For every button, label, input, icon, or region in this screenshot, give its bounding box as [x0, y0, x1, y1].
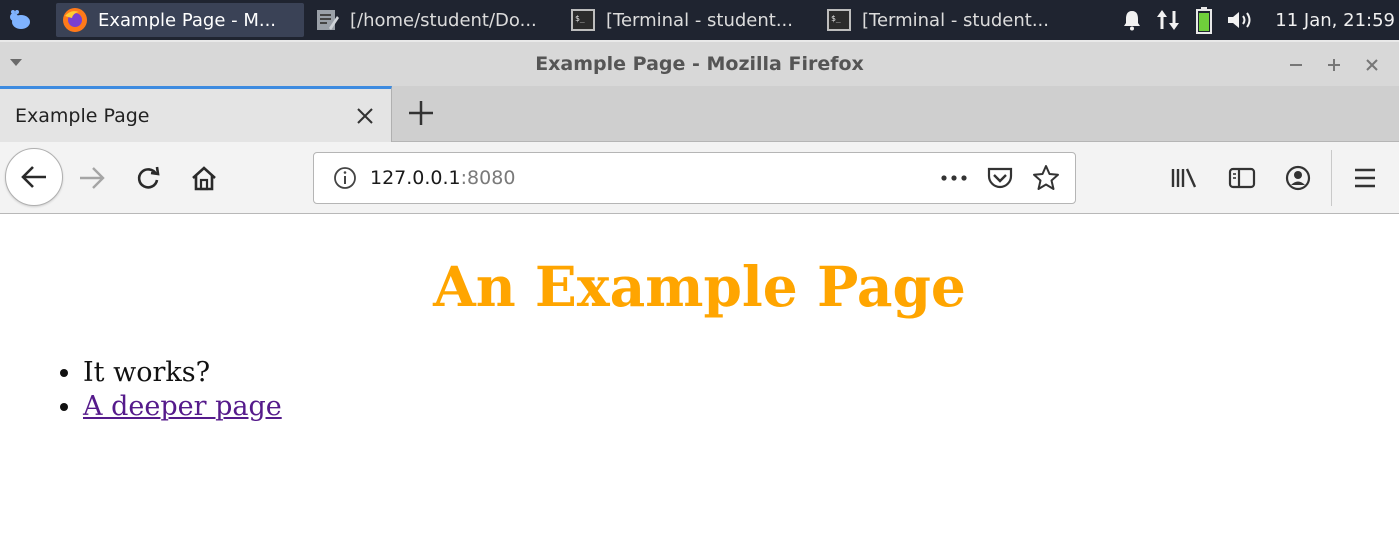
maximize-button[interactable] — [1315, 50, 1353, 80]
text-editor-icon — [314, 7, 340, 33]
account-button[interactable] — [1278, 158, 1318, 198]
url-text[interactable]: 127.0.0.1:8080 — [370, 167, 515, 189]
taskbar-item-terminal-1[interactable]: $_ [Terminal - student... — [564, 3, 818, 37]
page-list: It works? A deeper page — [83, 356, 282, 424]
chevron-down-icon — [10, 59, 22, 66]
window-controls — [1277, 50, 1391, 80]
hamburger-icon — [1355, 168, 1375, 188]
battery-icon[interactable] — [1189, 0, 1219, 40]
bookmark-button[interactable] — [1023, 158, 1069, 198]
window-menu-button[interactable] — [8, 54, 24, 73]
back-button[interactable] — [5, 148, 63, 206]
more-icon — [941, 175, 967, 181]
network-icon[interactable] — [1153, 0, 1183, 40]
sidebar-icon — [1228, 167, 1256, 189]
app-menu-button[interactable] — [0, 0, 40, 40]
close-icon — [1366, 59, 1378, 71]
taskbar-item-label: [/home/student/Do... — [350, 9, 537, 31]
page-heading: An Example Page — [433, 254, 966, 319]
desktop-panel: Example Page - M... [/home/student/Do...… — [0, 0, 1399, 40]
taskbar-item-label: Example Page - M... — [98, 9, 277, 31]
taskbar-item-firefox[interactable]: Example Page - M... — [56, 3, 304, 37]
firefox-icon — [62, 7, 88, 33]
library-icon — [1171, 168, 1197, 188]
list-item: It works? — [83, 356, 282, 390]
window-title: Example Page - Mozilla Firefox — [535, 53, 864, 75]
tab-strip: Example Page — [0, 86, 1399, 142]
page-actions-button[interactable] — [931, 158, 977, 198]
pocket-icon — [987, 167, 1013, 189]
sidebar-toggle-button[interactable] — [1222, 158, 1262, 198]
xfce-mouse-icon — [10, 10, 30, 29]
app-menu-button[interactable] — [1345, 158, 1385, 198]
minimize-icon — [1290, 64, 1302, 66]
window-titlebar[interactable]: Example Page - Mozilla Firefox — [0, 40, 1399, 86]
list-item-text: It works? — [83, 357, 211, 388]
close-window-button[interactable] — [1353, 50, 1391, 80]
reload-icon — [137, 166, 160, 189]
forward-button[interactable] — [72, 158, 112, 198]
taskbar-item-editor[interactable]: [/home/student/Do... — [308, 3, 562, 37]
arrow-left-icon — [21, 166, 46, 188]
minimize-button[interactable] — [1277, 50, 1315, 80]
maximize-icon — [1328, 59, 1340, 71]
terminal-icon: $_ — [826, 7, 852, 33]
account-icon — [1285, 165, 1311, 191]
tab-label: Example Page — [15, 104, 150, 127]
list-item: A deeper page — [83, 390, 282, 424]
url-port: :8080 — [460, 167, 516, 189]
tab-close-button[interactable] — [345, 96, 385, 136]
arrow-right-icon — [80, 167, 105, 189]
home-button[interactable] — [184, 158, 224, 198]
new-tab-button[interactable] — [400, 92, 442, 134]
svg-text:$_: $_ — [831, 14, 841, 23]
volume-icon[interactable] — [1225, 0, 1255, 40]
home-icon — [192, 166, 216, 191]
library-button[interactable] — [1164, 158, 1204, 198]
taskbar-item-label: [Terminal - student... — [862, 9, 1050, 31]
url-host: 127.0.0.1 — [370, 167, 461, 189]
svg-text:$_: $_ — [575, 14, 585, 23]
toolbar-separator — [1331, 150, 1332, 206]
system-tray: 11 Jan, 21:59 — [1111, 0, 1399, 40]
reload-button[interactable] — [128, 158, 168, 198]
site-info-icon[interactable] — [330, 163, 360, 193]
url-bar[interactable]: 127.0.0.1:8080 — [313, 152, 1076, 204]
taskbar-item-terminal-2[interactable]: $_ [Terminal - student... — [820, 3, 1074, 37]
deeper-page-link[interactable]: A deeper page — [83, 391, 282, 422]
close-icon — [357, 107, 373, 124]
star-icon — [1033, 165, 1059, 190]
navigation-toolbar: 127.0.0.1:8080 — [0, 142, 1399, 214]
bell-icon[interactable] — [1117, 0, 1147, 40]
plus-icon — [409, 101, 433, 125]
tab-example-page[interactable]: Example Page — [0, 86, 392, 142]
url-actions — [931, 158, 1069, 198]
clock[interactable]: 11 Jan, 21:59 — [1275, 10, 1395, 31]
terminal-icon: $_ — [570, 7, 596, 33]
taskbar-item-label: [Terminal - student... — [606, 9, 794, 31]
pocket-button[interactable] — [977, 158, 1023, 198]
page-content: An Example Page It works? A deeper page — [0, 214, 1399, 542]
